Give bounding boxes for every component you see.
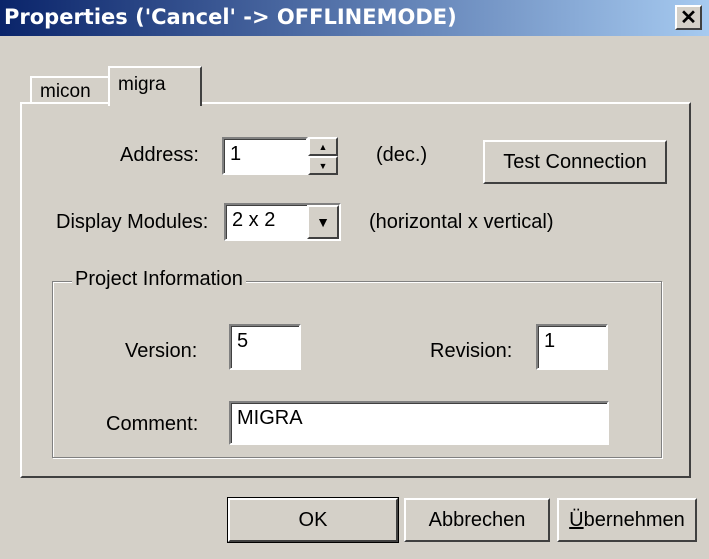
test-connection-button[interactable]: Test Connection [483,140,667,184]
display-modules-hint: (horizontal x vertical) [369,211,554,233]
version-input[interactable]: 5 [229,324,301,370]
spin-down-button[interactable]: ▼ [308,156,338,175]
ok-button[interactable]: OK [227,497,399,543]
cancel-button[interactable]: Abbrechen [404,498,550,542]
display-modules-label: Display Modules: [56,211,209,233]
address-label: Address: [120,144,199,166]
address-input[interactable]: 1 [222,137,308,175]
close-icon: ✕ [680,6,697,29]
version-label: Version: [125,340,198,362]
apply-button[interactable]: Übernehmen [557,498,697,542]
group-legend: Project Information [72,268,246,291]
apply-mnemonic: Ü [569,508,584,531]
close-button[interactable]: ✕ [675,5,702,30]
comment-label: Comment: [106,413,199,435]
address-unit: (dec.) [376,144,428,166]
tab-label: migra [118,74,166,95]
comment-input[interactable]: MIGRA [229,401,609,445]
tab-join [110,100,200,106]
tab-label: micon [40,81,91,102]
revision-label: Revision: [430,340,513,362]
down-arrow-icon: ▼ [318,160,328,171]
revision-input[interactable]: 1 [536,324,608,370]
tab-micon[interactable]: micon [30,76,110,104]
display-modules-value: 2 x 2 [232,209,276,231]
dropdown-button[interactable]: ▼ [307,205,339,239]
up-arrow-icon: ▲ [318,141,328,152]
address-spinner: ▲ ▼ [308,137,338,175]
apply-label: bernehmen [583,508,685,531]
spin-up-button[interactable]: ▲ [308,137,338,156]
window-title: Properties ('Cancel' -> OFFLINEMODE) [4,5,457,29]
chevron-down-icon: ▼ [316,214,330,230]
